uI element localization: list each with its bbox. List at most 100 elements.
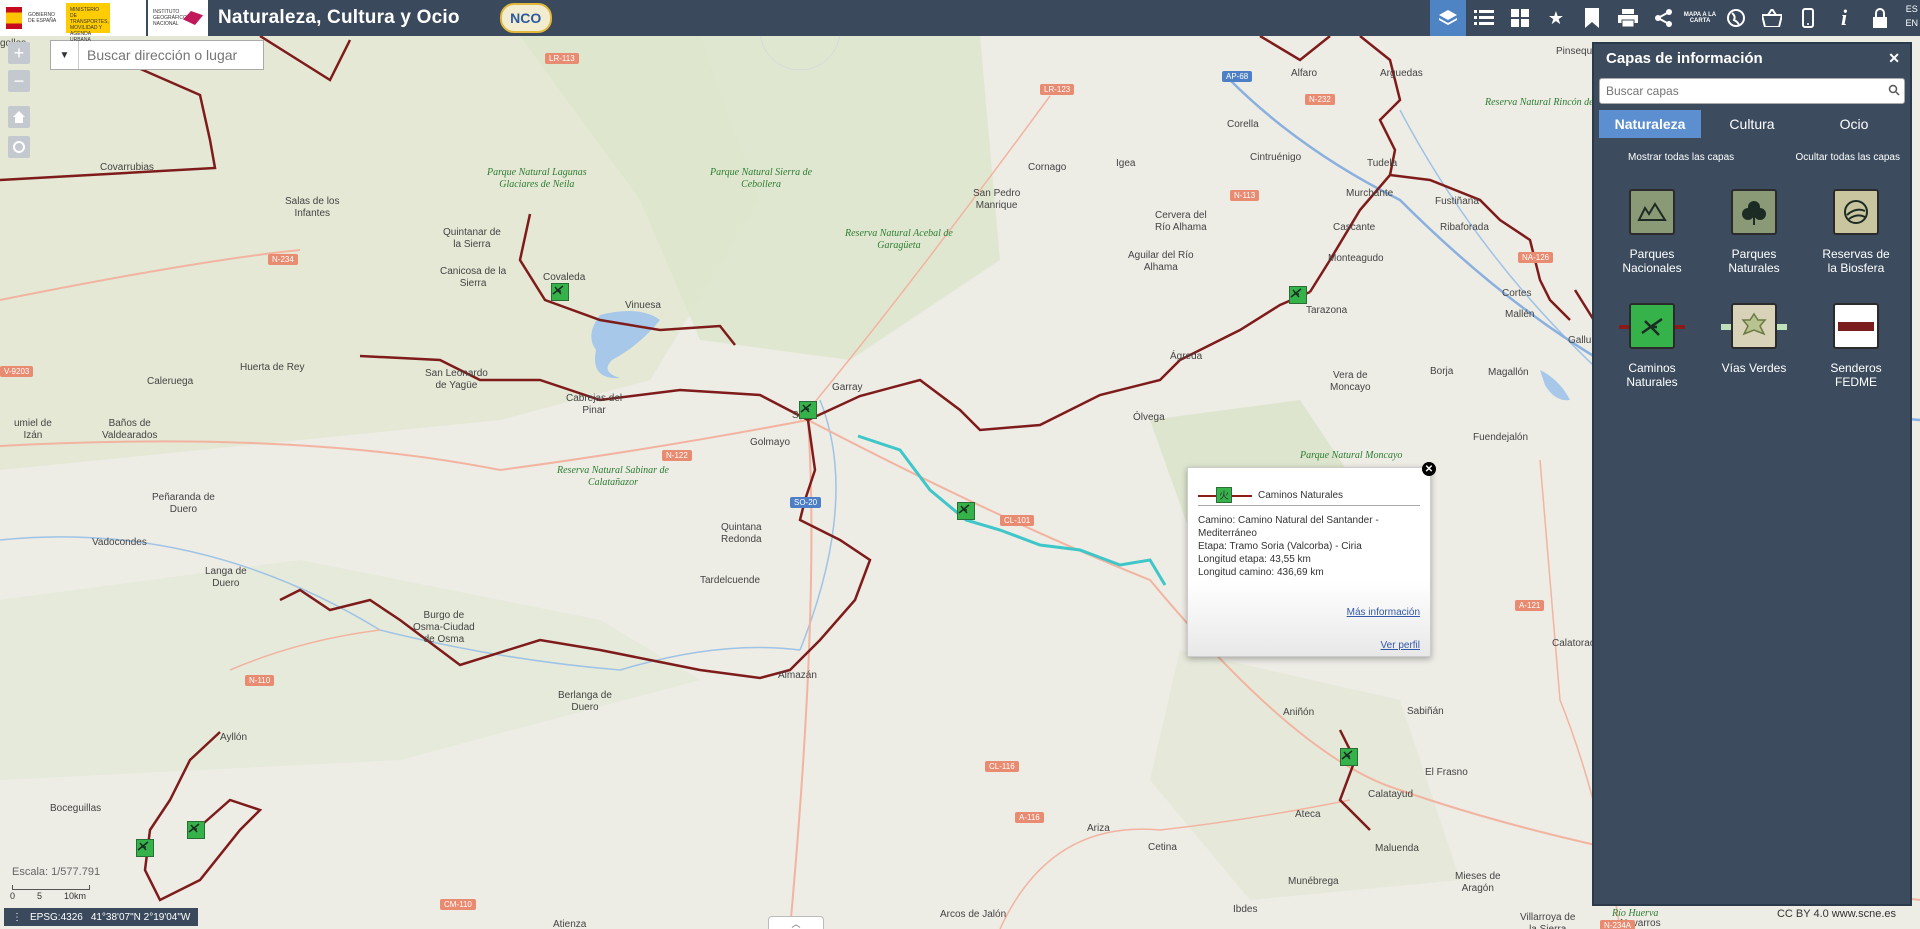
- zoom-in-button[interactable]: +: [8, 42, 30, 64]
- panel-close-icon[interactable]: ✕: [1888, 50, 1900, 67]
- road-shield: LR-123: [1040, 84, 1075, 95]
- place-label: Cornago: [1028, 162, 1067, 173]
- search-dropdown-icon[interactable]: ▼: [51, 41, 79, 69]
- trail-marker-icon[interactable]: [551, 283, 569, 301]
- place-label: Arcos de Jalón: [940, 909, 1007, 920]
- scale-bar: [12, 885, 90, 890]
- road-shield: NA-126: [1518, 252, 1554, 263]
- search-icon[interactable]: [1884, 84, 1904, 99]
- layers-icon[interactable]: [1430, 0, 1466, 36]
- place-label: Borja: [1430, 366, 1454, 377]
- address-search-input[interactable]: [79, 47, 259, 63]
- panel-title: Capas de información: [1606, 49, 1763, 67]
- place-label: Mallén: [1505, 309, 1535, 320]
- star-icon[interactable]: ★: [1538, 0, 1574, 36]
- tab-cultura[interactable]: Cultura: [1701, 110, 1803, 138]
- layer-parques-nacionales[interactable]: Parques Nacionales: [1602, 189, 1702, 275]
- lang-es[interactable]: ES: [1905, 2, 1918, 16]
- map-a-la-carta-icon[interactable]: MAPA A LA CARTA: [1682, 0, 1718, 36]
- place-label: Quintanar de la Sierra: [443, 227, 501, 250]
- layer-label: Senderos FEDME: [1830, 361, 1882, 389]
- layer-label: Reservas de la Biosfera: [1822, 247, 1890, 275]
- longitud-etapa-label: Longitud etapa:: [1198, 554, 1267, 565]
- bottom-panel-toggle[interactable]: ︿: [768, 916, 824, 929]
- camino-label: Camino:: [1198, 515, 1236, 526]
- scale-labels: 0 5 10km: [10, 891, 86, 901]
- park-label: Reserva Natural Acebal de Garagüeta: [845, 228, 953, 251]
- place-label: Berlanga de Duero: [558, 690, 612, 713]
- place-label: Baños de Valdearados: [102, 418, 158, 441]
- locate-icon: [13, 141, 25, 153]
- mobile-icon[interactable]: [1790, 0, 1826, 36]
- layer-parques-naturales[interactable]: Parques Naturales: [1704, 189, 1804, 275]
- info-icon[interactable]: i: [1826, 0, 1862, 36]
- place-label: Gallur: [1568, 335, 1595, 346]
- place-label: Cervera del Río Alhama: [1155, 210, 1207, 233]
- place-label: Fustiñana: [1435, 196, 1479, 207]
- coords-menu-icon[interactable]: ⋮: [12, 912, 22, 923]
- tab-ocio[interactable]: Ocio: [1803, 110, 1905, 138]
- home-icon: [13, 111, 25, 123]
- language-switch: ES EN: [1905, 2, 1918, 30]
- layer-caminos-naturales[interactable]: Caminos Naturales: [1602, 303, 1702, 389]
- basket-icon[interactable]: [1754, 0, 1790, 36]
- layer-search-input[interactable]: [1600, 84, 1884, 98]
- road-shield: N-234: [268, 254, 298, 265]
- layer-vias-verdes[interactable]: Vías Verdes: [1704, 303, 1804, 389]
- trail-marker-icon[interactable]: [799, 401, 817, 419]
- road-shield: N-113: [1230, 190, 1260, 201]
- place-label: Villarroya de la Sierra: [1520, 912, 1576, 929]
- layer-senderos-fedme[interactable]: Senderos FEDME: [1806, 303, 1906, 389]
- layers-grid: Parques Nacionales Parques Naturales Res…: [1602, 189, 1910, 389]
- spain-flag-icon: [6, 7, 22, 29]
- list-icon[interactable]: [1466, 0, 1502, 36]
- lang-en[interactable]: EN: [1905, 16, 1918, 30]
- place-label: Cortes: [1502, 288, 1532, 299]
- share-icon[interactable]: [1646, 0, 1682, 36]
- view-profile-link[interactable]: Ver perfil: [1381, 640, 1420, 651]
- trail-marker-icon[interactable]: [1340, 748, 1358, 766]
- panel-header: Capas de información ✕: [1594, 44, 1910, 72]
- place-label: Igea: [1116, 158, 1136, 169]
- trail-marker-icon[interactable]: [957, 502, 975, 520]
- biosphere-icon: [1833, 189, 1879, 235]
- place-label: Cabrejas del Pinar: [566, 393, 623, 416]
- show-all-layers-button[interactable]: Mostrar todas las capas: [1628, 152, 1734, 163]
- place-label: Ariza: [1087, 823, 1110, 834]
- tab-naturaleza[interactable]: Naturaleza: [1599, 110, 1701, 138]
- place-label: Calatayud: [1368, 789, 1414, 800]
- ign-text: INSTITUTO GEOGRÁFICO NACIONAL: [153, 9, 187, 27]
- popup-header: ⽕ Caminos Naturales: [1198, 476, 1420, 506]
- trail-marker-icon[interactable]: [136, 839, 154, 857]
- zoom-out-button[interactable]: −: [8, 70, 30, 92]
- trail-marker-icon[interactable]: [1289, 286, 1307, 304]
- longitud-etapa-value: 43,55 km: [1269, 554, 1311, 565]
- layer-reservas-biosfera[interactable]: Reservas de la Biosfera: [1806, 189, 1906, 275]
- etapa-value: Tramo Soria (Valcorba) - Ciria: [1229, 541, 1362, 552]
- lock-icon[interactable]: [1862, 0, 1898, 36]
- place-label: Ágreda: [1170, 351, 1203, 362]
- popup-close-button[interactable]: ✕: [1422, 462, 1436, 476]
- hide-all-layers-button[interactable]: Ocultar todas las capas: [1796, 152, 1901, 163]
- etapa-label: Etapa:: [1198, 541, 1227, 552]
- road-shield: N-232: [1305, 94, 1335, 105]
- globe-icon[interactable]: [1718, 0, 1754, 36]
- bookmark-icon[interactable]: [1574, 0, 1610, 36]
- print-icon[interactable]: [1610, 0, 1646, 36]
- place-label: Peñaranda de Duero: [152, 492, 215, 515]
- place-label: Alfaro: [1291, 68, 1318, 79]
- trail-marker-icon[interactable]: [187, 821, 205, 839]
- place-label: Corella: [1227, 119, 1259, 130]
- road-shield: CL-101: [1000, 515, 1035, 526]
- attribution[interactable]: CC BY 4.0 www.scne.es: [1777, 908, 1896, 920]
- grid-icon[interactable]: [1502, 0, 1538, 36]
- coords-epsg[interactable]: EPSG:4326: [30, 912, 83, 923]
- place-label: Tardelcuende: [700, 575, 761, 586]
- more-info-link[interactable]: Más información: [1347, 607, 1420, 618]
- place-label: Atienza: [553, 919, 587, 929]
- ign-mark-icon: [183, 11, 203, 25]
- locate-button[interactable]: [8, 136, 30, 158]
- address-search: ▼: [50, 40, 264, 70]
- home-button[interactable]: [8, 106, 30, 128]
- app-header: GOBIERNO DE ESPAÑA MINISTERIO DE TRANSPO…: [0, 0, 1920, 43]
